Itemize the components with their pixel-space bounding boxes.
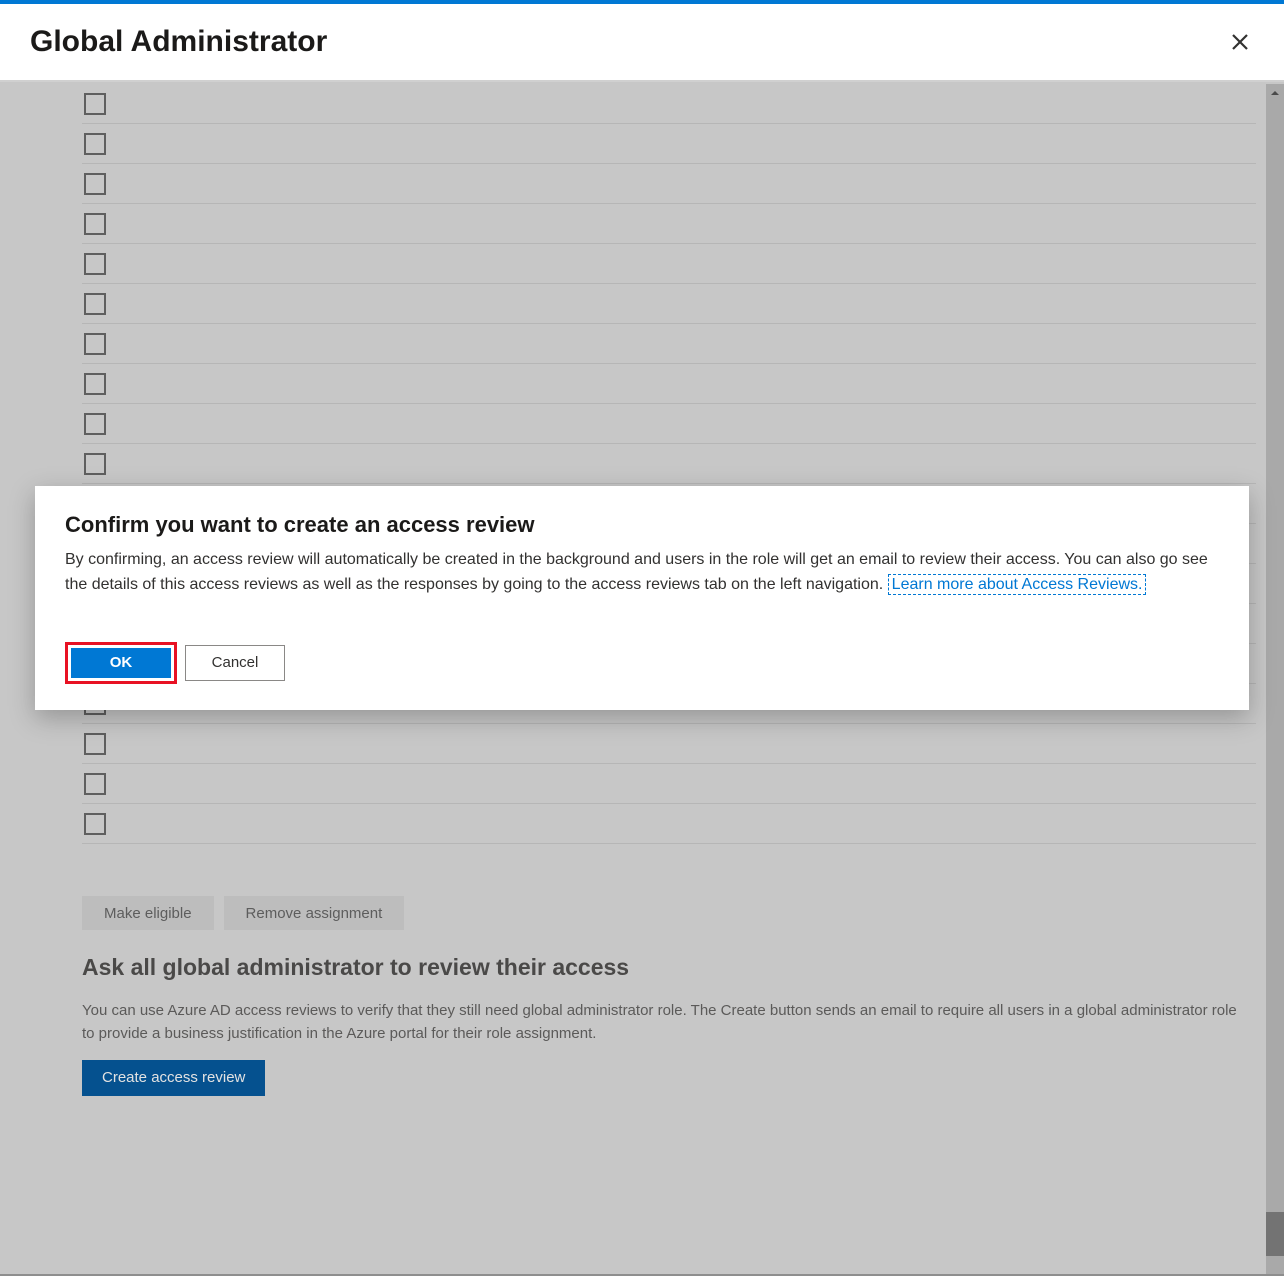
page-title: Global Administrator — [30, 25, 327, 59]
row-checkbox[interactable] — [84, 373, 106, 395]
scrollbar-track[interactable] — [1266, 84, 1284, 1274]
row-checkbox[interactable] — [84, 813, 106, 835]
row-checkbox[interactable] — [84, 173, 106, 195]
scroll-up-button[interactable] — [1266, 84, 1284, 102]
table-row[interactable] — [82, 244, 1256, 284]
access-review-section: Ask all global administrator to review t… — [82, 954, 1244, 1096]
remove-assignment-button[interactable]: Remove assignment — [224, 896, 405, 930]
cancel-button[interactable]: Cancel — [185, 645, 285, 681]
row-checkbox[interactable] — [84, 733, 106, 755]
row-checkbox[interactable] — [84, 293, 106, 315]
chevron-up-icon — [1270, 88, 1280, 98]
table-row[interactable] — [82, 284, 1256, 324]
row-checkbox[interactable] — [84, 133, 106, 155]
ok-button[interactable]: OK — [71, 648, 171, 678]
review-heading: Ask all global administrator to review t… — [82, 954, 1244, 981]
close-button[interactable] — [1226, 28, 1254, 56]
panel-header: Global Administrator — [0, 4, 1284, 82]
assignments-list — [82, 84, 1256, 844]
dialog-title: Confirm you want to create an access rev… — [65, 512, 1219, 538]
learn-more-link[interactable]: Learn more about Access Reviews. — [888, 574, 1147, 595]
confirm-dialog: Confirm you want to create an access rev… — [35, 486, 1249, 710]
row-checkbox[interactable] — [84, 773, 106, 795]
dialog-buttons: OK Cancel — [65, 642, 1219, 684]
row-checkbox[interactable] — [84, 253, 106, 275]
table-row[interactable] — [82, 84, 1256, 124]
review-description: You can use Azure AD access reviews to v… — [82, 999, 1244, 1046]
ok-highlight: OK — [65, 642, 177, 684]
table-row[interactable] — [82, 124, 1256, 164]
table-row[interactable] — [82, 724, 1256, 764]
row-checkbox[interactable] — [84, 213, 106, 235]
table-row[interactable] — [82, 164, 1256, 204]
row-checkbox[interactable] — [84, 333, 106, 355]
table-row[interactable] — [82, 444, 1256, 484]
table-row[interactable] — [82, 324, 1256, 364]
table-row[interactable] — [82, 364, 1256, 404]
table-row[interactable] — [82, 764, 1256, 804]
row-checkbox[interactable] — [84, 93, 106, 115]
row-checkbox[interactable] — [84, 453, 106, 475]
make-eligible-button[interactable]: Make eligible — [82, 896, 214, 930]
list-actions: Make eligible Remove assignment — [82, 896, 404, 930]
scrollbar-thumb[interactable] — [1266, 1212, 1284, 1256]
table-row[interactable] — [82, 204, 1256, 244]
table-row[interactable] — [82, 804, 1256, 844]
table-row[interactable] — [82, 404, 1256, 444]
create-access-review-button[interactable]: Create access review — [82, 1060, 265, 1096]
row-checkbox[interactable] — [84, 413, 106, 435]
close-icon — [1231, 33, 1249, 51]
dialog-text: By confirming, an access review will aut… — [65, 548, 1219, 598]
